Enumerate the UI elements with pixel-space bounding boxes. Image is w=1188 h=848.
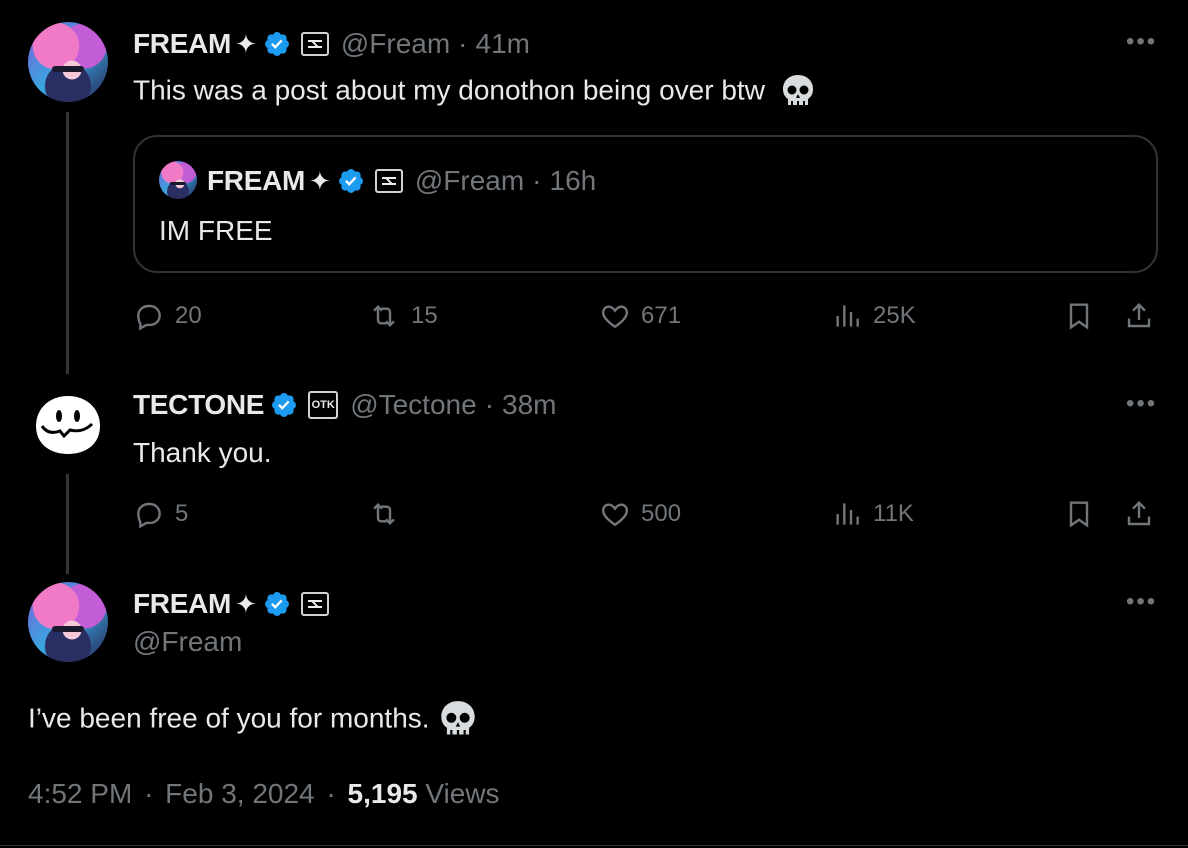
bookmark-icon [1069,501,1089,528]
post-text-content: This was a post about my donothon being … [133,74,765,106]
reply-button[interactable]: 20 [133,300,202,332]
post-header: FREAM ✦ [133,584,341,624]
skull-icon [441,701,476,737]
display-name[interactable]: FREAM [133,28,231,60]
timestamp[interactable]: 38m [502,389,556,421]
thread-line [66,474,69,574]
separator: · [458,28,468,59]
handle[interactable]: @Fream [341,28,450,60]
bookmark-button[interactable] [1063,498,1105,530]
verified-icon [272,393,297,417]
separator: · [326,778,336,809]
post-text: This was a post about my donothon being … [133,74,815,110]
display-name[interactable]: TECTONE [133,389,264,421]
heart-icon [601,503,629,527]
share-button[interactable] [1123,300,1165,332]
separator: · [144,778,154,809]
like-button[interactable]: 671 [599,300,681,332]
tectone-avatar-icon [36,396,100,454]
views-button[interactable]: 11K [831,498,914,530]
affiliate-badge-icon[interactable] [300,592,329,616]
divider [0,845,1188,846]
like-count: 671 [641,302,682,329]
separator: · [532,165,542,196]
views-count: 25K [873,302,916,329]
handle[interactable]: @Tectone [350,389,477,421]
affiliate-badge-icon[interactable]: OTK [308,391,339,419]
handle[interactable]: @Fream [133,626,242,658]
heart-icon [601,305,629,329]
repost-count: 15 [411,302,438,329]
views-icon [836,503,859,525]
display-name: FREAM [207,165,306,196]
bookmark-button[interactable] [1063,300,1105,332]
reply-icon [137,304,161,331]
views-count: 11K [873,500,914,527]
share-button[interactable] [1123,498,1165,530]
views-button[interactable]: 25K [831,300,916,332]
separator: · [484,389,495,420]
handle: @Fream [414,165,525,196]
more-options-icon[interactable]: ••• [1126,588,1157,616]
post-actions: 5 500 11K [133,498,1163,538]
post-actions: 20 15 671 25K [133,300,1163,340]
post-metadata: 4:52 PM · Feb 3, 2024 · 5,195 Views [28,778,500,810]
timestamp: 16h [549,165,597,196]
repost-icon [373,304,395,328]
display-name[interactable]: FREAM [133,588,231,620]
post-time[interactable]: 4:52 PM [28,778,132,809]
verified-icon [264,592,289,616]
reply-count: 20 [175,302,202,329]
timestamp[interactable]: 41m [476,28,530,60]
verified-icon [338,169,363,193]
repost-icon [373,502,395,526]
post-text: Thank you. [133,437,272,468]
views-label: Views [425,778,500,809]
name-suffix: ✦ [235,588,257,619]
views-count: 5,195 [347,778,418,809]
post-text-content: I’ve been free of you for months. [28,702,430,734]
avatar[interactable] [28,384,108,464]
verified-icon [264,32,289,56]
reply-icon [137,502,161,529]
more-options-icon[interactable]: ••• [1126,390,1157,418]
name-suffix: ✦ [235,28,257,59]
main-post-text: I’ve been free of you for months. [28,700,477,740]
quoted-post[interactable]: FREAM ✦ @Fream · 16h IM FREE [133,135,1158,273]
thread-line [66,112,69,374]
quote-text: IM FREE [159,215,273,246]
quote-header: FREAM ✦ @Fream · 16h [207,161,596,201]
share-icon [1127,302,1151,328]
post-header: FREAM ✦ @Fream · 41m [133,24,530,64]
like-count: 500 [641,500,682,527]
reply-button[interactable]: 5 [133,498,188,530]
post-header: TECTONE OTK @Tectone · 38m [133,385,556,425]
affiliate-badge-icon[interactable] [300,32,329,56]
repost-button[interactable]: 15 [367,300,438,332]
name-suffix: ✦ [309,165,331,196]
like-button[interactable]: 500 [599,498,681,530]
reply-count: 5 [175,500,189,527]
more-options-icon[interactable]: ••• [1126,28,1157,56]
views-icon [836,305,859,327]
skull-icon [782,75,813,107]
repost-button[interactable] [367,498,411,530]
post-date[interactable]: Feb 3, 2024 [165,778,314,809]
affiliate-badge-icon [374,169,403,193]
avatar[interactable] [28,582,108,662]
avatar[interactable] [28,22,108,102]
avatar [159,161,197,199]
bookmark-icon [1069,303,1089,330]
share-icon [1127,500,1151,526]
